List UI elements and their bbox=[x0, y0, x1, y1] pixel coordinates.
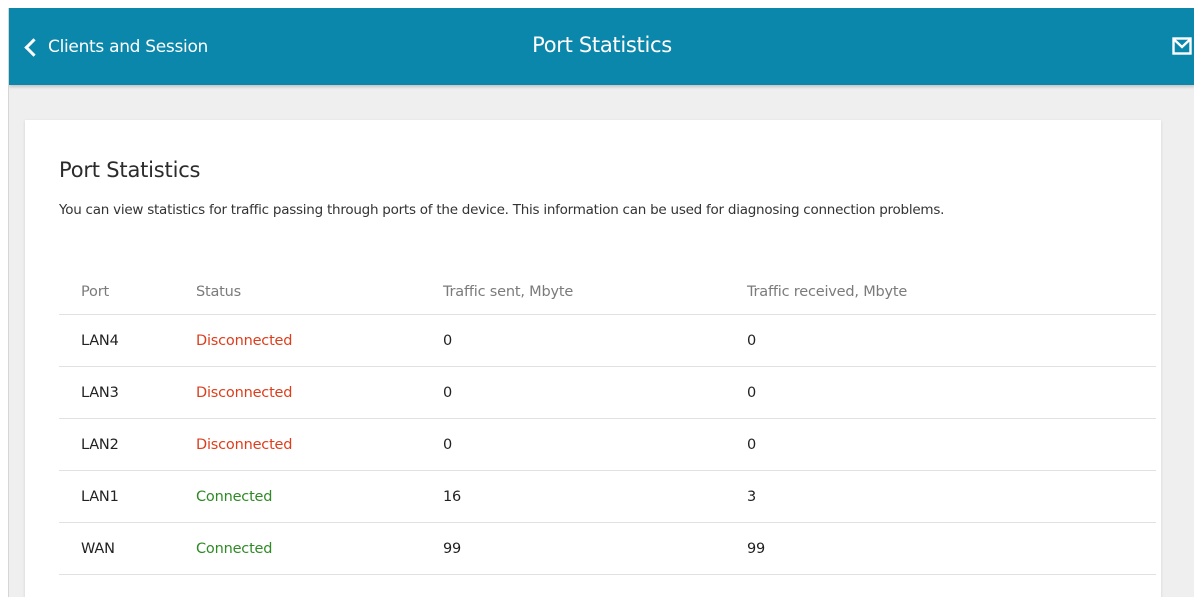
table-header-row: Port Status Traffic sent, Mbyte Traffic … bbox=[59, 270, 1156, 315]
status-cell: Disconnected bbox=[196, 418, 443, 471]
card-title: Port Statistics bbox=[59, 158, 201, 182]
traffic-received-cell: 3 bbox=[747, 470, 1156, 523]
traffic-sent-cell: 0 bbox=[443, 366, 747, 419]
table-row: LAN3 Disconnected 0 0 bbox=[59, 366, 1156, 419]
table-row: LAN1 Connected 16 3 bbox=[59, 470, 1156, 523]
status-cell: Connected bbox=[196, 522, 443, 575]
column-header-port: Port bbox=[59, 270, 196, 315]
traffic-received-cell: 0 bbox=[747, 314, 1156, 367]
app-window: Clients and Session Port Statistics Port… bbox=[8, 8, 1194, 597]
traffic-sent-cell: 16 bbox=[443, 470, 747, 523]
column-header-traffic-sent: Traffic sent, Mbyte bbox=[443, 270, 747, 315]
port-cell: LAN3 bbox=[59, 366, 196, 419]
port-cell: WAN bbox=[59, 522, 196, 575]
port-cell: LAN1 bbox=[59, 470, 196, 523]
card-description: You can view statistics for traffic pass… bbox=[59, 202, 945, 218]
traffic-sent-cell: 99 bbox=[443, 522, 747, 575]
traffic-received-cell: 0 bbox=[747, 366, 1156, 419]
traffic-sent-cell: 0 bbox=[443, 314, 747, 367]
column-header-status: Status bbox=[196, 270, 443, 315]
page-title: Port Statistics bbox=[532, 33, 672, 57]
traffic-received-cell: 99 bbox=[747, 522, 1156, 575]
status-cell: Disconnected bbox=[196, 366, 443, 419]
column-header-traffic-received: Traffic received, Mbyte bbox=[747, 270, 1156, 315]
mail-icon[interactable] bbox=[1172, 37, 1192, 55]
status-cell: Disconnected bbox=[196, 314, 443, 367]
table-row: WAN Connected 99 99 bbox=[59, 522, 1156, 575]
table-row: LAN4 Disconnected 0 0 bbox=[59, 314, 1156, 367]
traffic-sent-cell: 0 bbox=[443, 418, 747, 471]
port-cell: LAN4 bbox=[59, 314, 196, 367]
status-cell: Connected bbox=[196, 470, 443, 523]
header-bar: Clients and Session Port Statistics bbox=[9, 8, 1194, 85]
port-statistics-card: Port Statistics You can view statistics … bbox=[25, 120, 1161, 597]
traffic-received-cell: 0 bbox=[747, 418, 1156, 471]
port-cell: LAN2 bbox=[59, 418, 196, 471]
port-statistics-table: Port Status Traffic sent, Mbyte Traffic … bbox=[59, 270, 1156, 575]
table-row: LAN2 Disconnected 0 0 bbox=[59, 418, 1156, 471]
